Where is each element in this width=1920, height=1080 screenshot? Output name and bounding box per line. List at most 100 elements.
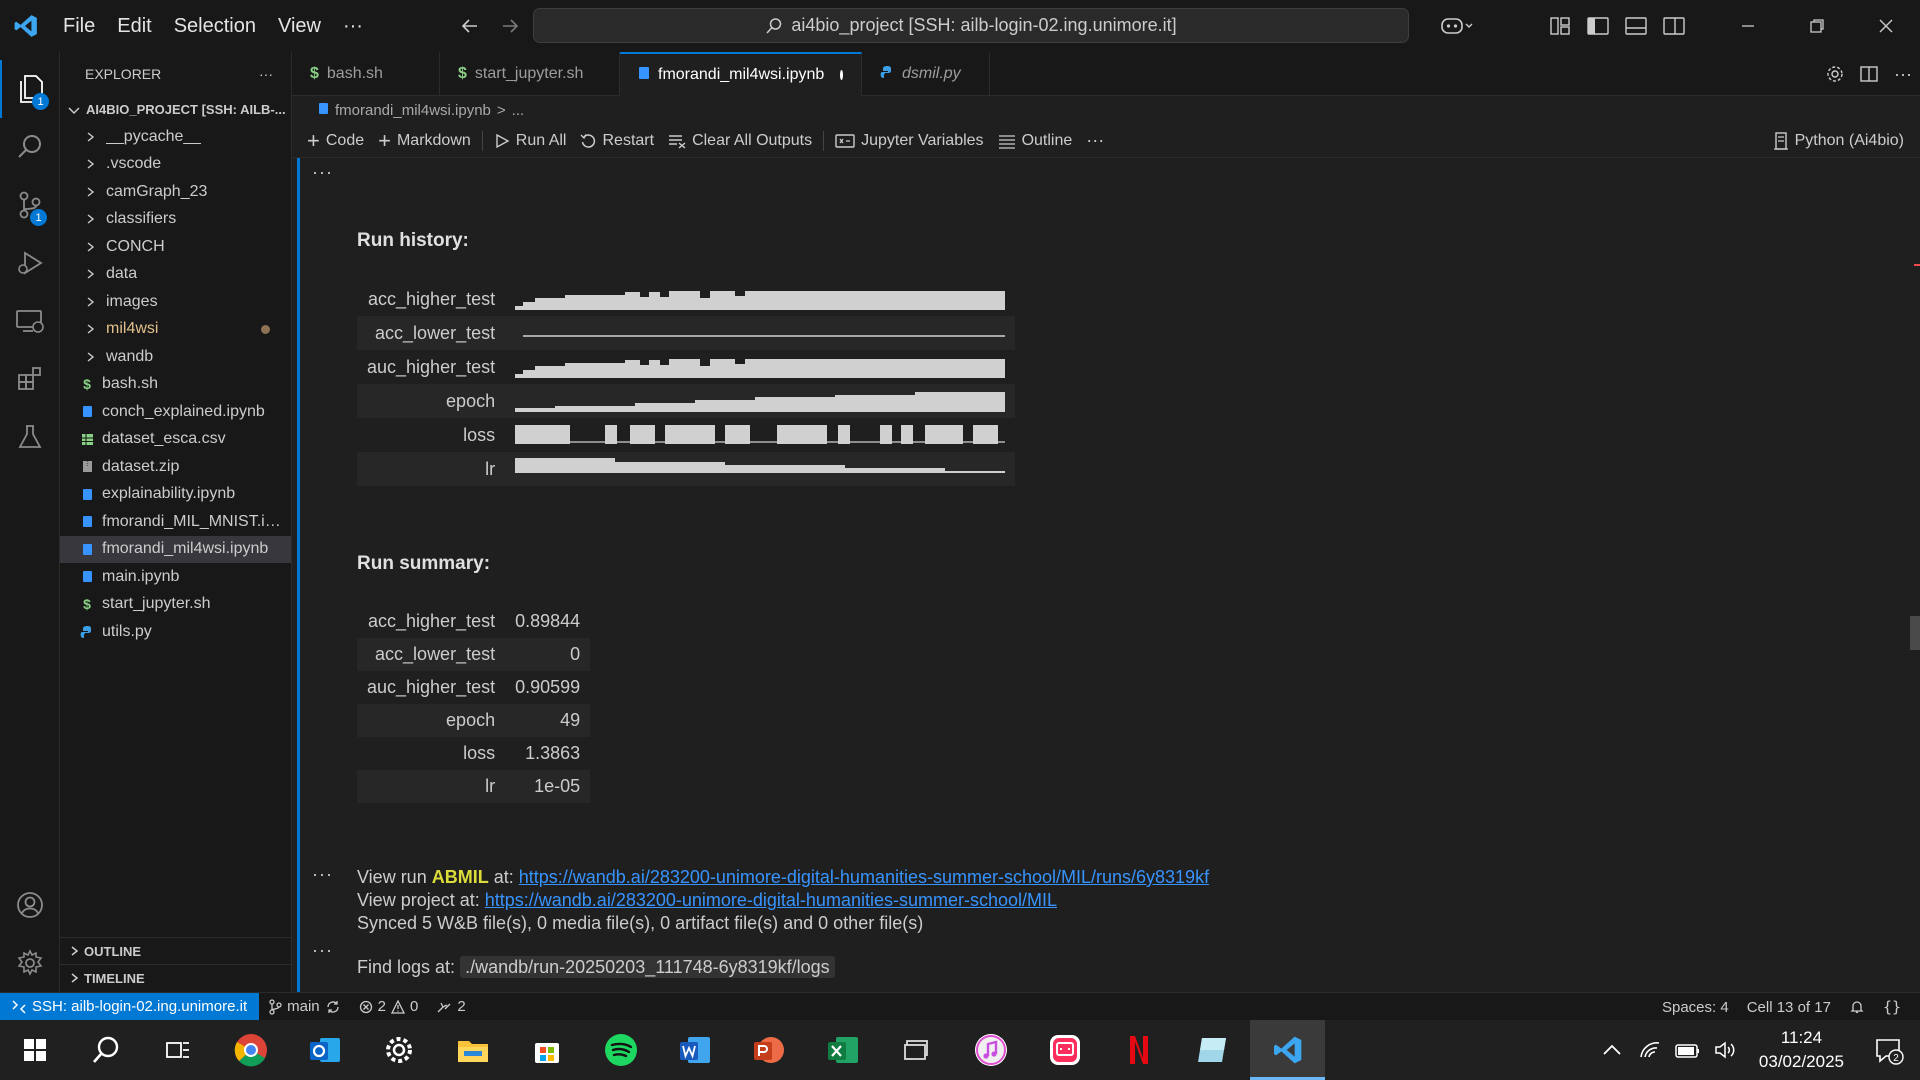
- tree-item-bash-sh[interactable]: $ bash.sh: [60, 371, 291, 399]
- tab-fmorandi-mil4wsi[interactable]: fmorandi_mil4wsi.ipynb: [620, 52, 862, 96]
- tree-item-images[interactable]: images: [60, 288, 291, 316]
- jupyter-variables-button[interactable]: Jupyter Variables: [828, 127, 990, 155]
- notifications-bell-icon[interactable]: [1840, 999, 1874, 1015]
- forward-arrow-icon[interactable]: [496, 12, 524, 40]
- volume-icon[interactable]: [1707, 1020, 1745, 1080]
- extensions-icon[interactable]: [0, 350, 60, 408]
- toggle-primary-sidebar-icon[interactable]: [1579, 8, 1617, 44]
- teams-chat-icon[interactable]: [1028, 1020, 1102, 1080]
- outline-section[interactable]: OUTLINE: [60, 937, 292, 964]
- toggle-secondary-sidebar-icon[interactable]: [1655, 8, 1693, 44]
- tree-item-vscode[interactable]: .vscode: [60, 151, 291, 179]
- tree-item-explainability-ipynb[interactable]: explainability.ipynb: [60, 481, 291, 509]
- braces-icon[interactable]: {}: [1874, 998, 1910, 1016]
- task-view-icon[interactable]: [142, 1020, 214, 1080]
- sync-icon[interactable]: [325, 1000, 341, 1014]
- search-icon[interactable]: [0, 118, 60, 176]
- chrome-icon[interactable]: [214, 1020, 288, 1080]
- spotify-icon[interactable]: [584, 1020, 658, 1080]
- remote-explorer-icon[interactable]: [0, 292, 60, 350]
- menu-view[interactable]: View: [267, 8, 332, 44]
- customize-layout-icon[interactable]: [1541, 8, 1579, 44]
- output-collapse-ellipsis[interactable]: ···: [312, 864, 333, 885]
- outline-button[interactable]: Outline: [991, 127, 1080, 155]
- app-icon[interactable]: [1176, 1020, 1250, 1080]
- breadcrumb-more[interactable]: ...: [512, 102, 525, 119]
- remote-indicator[interactable]: SSH: ailb-login-02.ing.unimore.it: [0, 992, 260, 1021]
- add-code-button[interactable]: + Code: [300, 127, 371, 155]
- toolbar-more-button[interactable]: ···: [1079, 127, 1111, 155]
- tree-item-pycache[interactable]: __pycache__: [60, 123, 291, 151]
- word-icon[interactable]: [658, 1020, 732, 1080]
- tab-bash-sh[interactable]: $ bash.sh: [292, 52, 440, 96]
- settings-icon[interactable]: [362, 1020, 436, 1080]
- battery-icon[interactable]: [1669, 1020, 1707, 1080]
- tree-item-fmorandi-mil-mnist-ip[interactable]: fmorandi_MIL_MNIST.ip...: [60, 508, 291, 536]
- notification-center-icon[interactable]: 2: [1858, 1020, 1920, 1080]
- menu-selection[interactable]: Selection: [163, 8, 267, 44]
- tree-item-data[interactable]: data: [60, 261, 291, 289]
- tree-item-dataset-zip[interactable]: dataset.zip: [60, 453, 291, 481]
- source-control-icon[interactable]: 1: [0, 176, 60, 234]
- restore-icon[interactable]: [1782, 0, 1851, 52]
- explorer-icon[interactable]: 1: [0, 60, 60, 118]
- close-icon[interactable]: [1851, 0, 1920, 52]
- tree-item-utils-py[interactable]: utils.py: [60, 618, 291, 646]
- cell-position-indicator[interactable]: Cell 13 of 17: [1738, 999, 1840, 1016]
- run-debug-icon[interactable]: [0, 234, 60, 292]
- modified-dot-icon[interactable]: [840, 70, 843, 80]
- problems-indicator[interactable]: 2 0: [350, 998, 428, 1015]
- clock[interactable]: 11:24 03/02/2025: [1745, 1026, 1858, 1074]
- restart-button[interactable]: Restart: [573, 127, 661, 155]
- timeline-section[interactable]: TIMELINE: [60, 964, 292, 991]
- vscode-icon[interactable]: [1250, 1020, 1325, 1080]
- netflix-icon[interactable]: [1102, 1020, 1176, 1080]
- outlook-icon[interactable]: [288, 1020, 362, 1080]
- search-icon[interactable]: [70, 1020, 142, 1080]
- testing-icon[interactable]: [0, 408, 60, 466]
- minimize-icon[interactable]: [1713, 0, 1782, 52]
- split-editor-icon[interactable]: [1852, 65, 1886, 83]
- tree-item-conch-explained-ipynb[interactable]: conch_explained.ipynb: [60, 398, 291, 426]
- tree-item-wandb[interactable]: wandb: [60, 343, 291, 371]
- indentation-indicator[interactable]: Spaces: 4: [1653, 999, 1738, 1016]
- copilot-icon[interactable]: [1433, 8, 1481, 44]
- tree-item-mil4wsi[interactable]: mil4wsi: [60, 316, 291, 344]
- tree-item-camgraph-23[interactable]: camGraph_23: [60, 178, 291, 206]
- file-explorer-icon[interactable]: [436, 1020, 510, 1080]
- excel-icon[interactable]: [806, 1020, 880, 1080]
- itunes-icon[interactable]: [954, 1020, 1028, 1080]
- accounts-icon[interactable]: [0, 876, 60, 934]
- tree-item-main-ipynb[interactable]: main.ipynb: [60, 563, 291, 591]
- tree-item-classifiers[interactable]: classifiers: [60, 206, 291, 234]
- command-center[interactable]: ai4bio_project [SSH: ailb-login-02.ing.u…: [533, 8, 1409, 43]
- tree-item-conch[interactable]: CONCH: [60, 233, 291, 261]
- settings-gear-icon[interactable]: [0, 934, 60, 992]
- run-all-button[interactable]: Run All: [487, 127, 574, 155]
- tree-item-start-jupyter-sh[interactable]: $ start_jupyter.sh: [60, 591, 291, 619]
- ports-indicator[interactable]: 2: [427, 998, 474, 1015]
- tree-item-fmorandi-mil4wsi-ipynb[interactable]: fmorandi_mil4wsi.ipynb: [60, 535, 291, 563]
- kernel-picker[interactable]: Python (Ai4bio): [1773, 124, 1904, 158]
- tree-item-dataset-esca-csv[interactable]: dataset_esca.csv: [60, 426, 291, 454]
- menu-file[interactable]: File: [52, 8, 106, 44]
- add-markdown-button[interactable]: + Markdown: [371, 127, 478, 155]
- chevron-up-icon[interactable]: [1593, 1020, 1631, 1080]
- tab-start-jupyter-sh[interactable]: $ start_jupyter.sh: [440, 52, 620, 96]
- scrollbar-thumb[interactable]: [1910, 616, 1920, 650]
- breadcrumb-file[interactable]: fmorandi_mil4wsi.ipynb: [335, 102, 491, 119]
- explorer-more-button[interactable]: ···: [259, 66, 273, 82]
- store-icon[interactable]: [510, 1020, 584, 1080]
- more-actions-icon[interactable]: ···: [1886, 64, 1920, 85]
- clear-outputs-button[interactable]: Clear All Outputs: [661, 127, 819, 155]
- branch-indicator[interactable]: main: [259, 998, 350, 1015]
- start-icon[interactable]: [0, 1020, 70, 1080]
- menu-more[interactable]: ···: [332, 8, 374, 44]
- toggle-panel-icon[interactable]: [1617, 8, 1655, 44]
- remote-desktop-icon[interactable]: [880, 1020, 954, 1080]
- output-collapse-ellipsis[interactable]: ···: [312, 940, 333, 961]
- project-url-link[interactable]: https://wandb.ai/283200-unimore-digital-…: [485, 890, 1057, 910]
- project-folder-header[interactable]: AI4BIO_PROJECT [SSH: AILB-...: [60, 96, 291, 123]
- output-collapse-ellipsis[interactable]: ···: [312, 162, 333, 183]
- run-url-link[interactable]: https://wandb.ai/283200-unimore-digital-…: [519, 867, 1209, 887]
